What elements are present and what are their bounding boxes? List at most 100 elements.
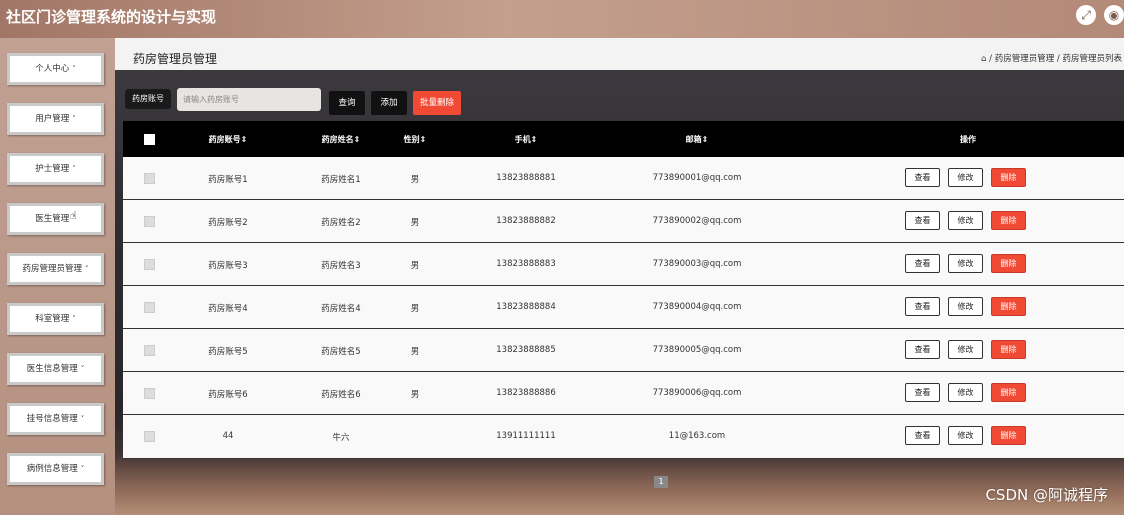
sidebar-item-5[interactable]: 科室管理 ˅ <box>7 303 104 335</box>
row-checkbox[interactable] <box>144 259 155 270</box>
sidebar-item-4[interactable]: 药房管理员管理 ˅ <box>7 253 104 285</box>
select-all-checkbox[interactable] <box>144 134 155 145</box>
table-row: 药房账号2 药房姓名2 男 13823888882 773890002@qq.com 查看… <box>123 200 1124 243</box>
sidebar-item-label: 医生信息管理 <box>26 364 78 374</box>
breadcrumb[interactable]: ⌂ / 药房管理员管理 / 药房管理员列表 <box>981 52 1122 64</box>
column-header-4[interactable]: 邮箱⇕ <box>686 134 709 145</box>
edit-button[interactable]: 修改 <box>948 254 983 273</box>
app-title: 社区门诊管理系统的设计与实现 <box>6 8 217 26</box>
chevron-down-icon: ˅ <box>72 165 76 173</box>
table-header: 药房账号⇕ 药房姓名⇕ 性别⇕ 手机⇕ 邮箱⇕ 操作 <box>123 121 1124 157</box>
chevron-down-icon: ˅ <box>85 265 89 273</box>
table-row: 44 牛六 13911111111 11@163.com 查看 修改 删除 <box>123 415 1124 459</box>
cell-email: 773890006@qq.com <box>652 388 742 398</box>
sidebar-item-1[interactable]: 用户管理 ˅ <box>7 103 104 135</box>
cell-account: 药房账号3 <box>208 261 248 271</box>
query-button[interactable]: 查询 <box>329 91 365 115</box>
table-row: 药房账号1 药房姓名1 男 13823888881 773890001@qq.com 查看… <box>123 157 1124 200</box>
view-button[interactable]: 查看 <box>905 340 940 359</box>
row-checkbox[interactable] <box>144 302 155 313</box>
main-content: 药房管理员管理 ⌂ / 药房管理员管理 / 药房管理员列表 药房账号 查询 添加… <box>115 38 1124 515</box>
cell-email: 773890003@qq.com <box>652 259 742 269</box>
cell-gender: 男 <box>410 347 420 357</box>
cell-name: 药房姓名5 <box>321 347 361 357</box>
cell-phone: 13911111111 <box>496 431 556 441</box>
column-header-2[interactable]: 性别⇕ <box>404 134 427 145</box>
cell-phone: 13823888882 <box>496 216 556 226</box>
delete-button[interactable]: 删除 <box>991 168 1026 187</box>
delete-button[interactable]: 删除 <box>991 340 1026 359</box>
sidebar-item-label: 医生管理 <box>35 214 70 224</box>
cell-gender: 男 <box>410 261 420 271</box>
sidebar-item-3[interactable]: 医生管理 ˅ <box>7 203 104 235</box>
sidebar-item-label: 病例信息管理 <box>26 464 78 474</box>
edit-button[interactable]: 修改 <box>948 168 983 187</box>
search-input[interactable] <box>177 88 321 111</box>
view-button[interactable]: 查看 <box>905 211 940 230</box>
search-label: 药房账号 <box>125 89 171 109</box>
cell-name: 牛六 <box>332 433 350 443</box>
expand-icon[interactable]: ⤢ <box>1076 5 1096 25</box>
table-row: 药房账号3 药房姓名3 男 13823888883 773890003@qq.com 查看… <box>123 243 1124 286</box>
cell-gender: 男 <box>410 218 420 228</box>
chevron-down-icon: ˅ <box>72 315 76 323</box>
delete-button[interactable]: 删除 <box>991 254 1026 273</box>
sidebar-item-7[interactable]: 挂号信息管理 ˅ <box>7 403 104 435</box>
sidebar-item-0[interactable]: 个人中心 ˅ <box>7 53 104 85</box>
chevron-down-icon: ˅ <box>80 465 85 473</box>
sidebar-item-label: 用户管理 <box>35 114 70 124</box>
cell-account: 药房账号2 <box>208 218 248 228</box>
row-checkbox[interactable] <box>144 345 155 356</box>
edit-button[interactable]: 修改 <box>948 297 983 316</box>
add-button[interactable]: 添加 <box>371 91 407 115</box>
row-checkbox[interactable] <box>144 431 155 442</box>
cell-name: 药房姓名1 <box>321 175 361 185</box>
row-checkbox[interactable] <box>144 216 155 227</box>
cell-gender: 男 <box>410 175 420 185</box>
view-button[interactable]: 查看 <box>905 383 940 402</box>
sidebar-item-6[interactable]: 医生信息管理 ˅ <box>7 353 104 385</box>
data-table: 药房账号⇕ 药房姓名⇕ 性别⇕ 手机⇕ 邮箱⇕ 操作 药房账号1 药房姓名1 男 1382388… <box>123 121 1124 459</box>
cell-account: 药房账号1 <box>208 175 248 185</box>
cell-gender: 男 <box>410 304 420 314</box>
edit-button[interactable]: 修改 <box>948 340 983 359</box>
view-button[interactable]: 查看 <box>905 426 940 445</box>
view-button[interactable]: 查看 <box>905 254 940 273</box>
cell-phone: 13823888886 <box>496 388 556 398</box>
cell-email: 773890005@qq.com <box>652 345 742 355</box>
cell-name: 药房姓名2 <box>321 218 361 228</box>
cell-email: 11@163.com <box>668 431 726 441</box>
table-row: 药房账号4 药房姓名4 男 13823888884 773890004@qq.com 查看… <box>123 286 1124 329</box>
edit-button[interactable]: 修改 <box>948 211 983 230</box>
column-header-1[interactable]: 药房姓名⇕ <box>322 134 361 145</box>
chevron-down-icon: ˅ <box>80 365 85 373</box>
column-header-3[interactable]: 手机⇕ <box>515 134 538 145</box>
delete-button[interactable]: 删除 <box>991 211 1026 230</box>
chevron-down-icon: ˅ <box>80 415 85 423</box>
row-checkbox[interactable] <box>144 173 155 184</box>
row-checkbox[interactable] <box>144 388 155 399</box>
view-button[interactable]: 查看 <box>905 297 940 316</box>
top-bar: 社区门诊管理系统的设计与实现 ⤢ ◉ <box>0 0 1124 38</box>
column-header-0[interactable]: 药房账号⇕ <box>209 134 248 145</box>
batch-delete-button[interactable]: 批量删除 <box>413 91 461 115</box>
cell-email: 773890001@qq.com <box>652 173 742 183</box>
sidebar-item-2[interactable]: 护士管理 ˅ <box>7 153 104 185</box>
table-row: 药房账号5 药房姓名5 男 13823888885 773890005@qq.com 查看… <box>123 329 1124 372</box>
sidebar-item-8[interactable]: 病例信息管理 ˅ <box>7 453 104 485</box>
table-row: 药房账号6 药房姓名6 男 13823888886 773890006@qq.com 查看… <box>123 372 1124 415</box>
delete-button[interactable]: 删除 <box>991 383 1026 402</box>
edit-button[interactable]: 修改 <box>948 383 983 402</box>
cell-name: 药房姓名4 <box>321 304 361 314</box>
edit-button[interactable]: 修改 <box>948 426 983 445</box>
view-button[interactable]: 查看 <box>905 168 940 187</box>
page-title: 药房管理员管理 <box>133 52 218 66</box>
delete-button[interactable]: 删除 <box>991 297 1026 316</box>
sidebar-item-label: 挂号信息管理 <box>26 414 78 424</box>
sidebar: 个人中心 ˅ 用户管理 ˅ 护士管理 ˅ 医生管理 ˅ 药房管理员管理 ˅ 科室管理 ˅ 医生信息管理 ˅… <box>0 38 115 515</box>
pagination-current-page[interactable]: 1 <box>654 476 668 488</box>
delete-button[interactable]: 删除 <box>991 426 1026 445</box>
cell-account: 44 <box>222 431 234 441</box>
cell-phone: 13823888883 <box>496 259 556 269</box>
user-icon[interactable]: ◉ <box>1104 5 1124 25</box>
